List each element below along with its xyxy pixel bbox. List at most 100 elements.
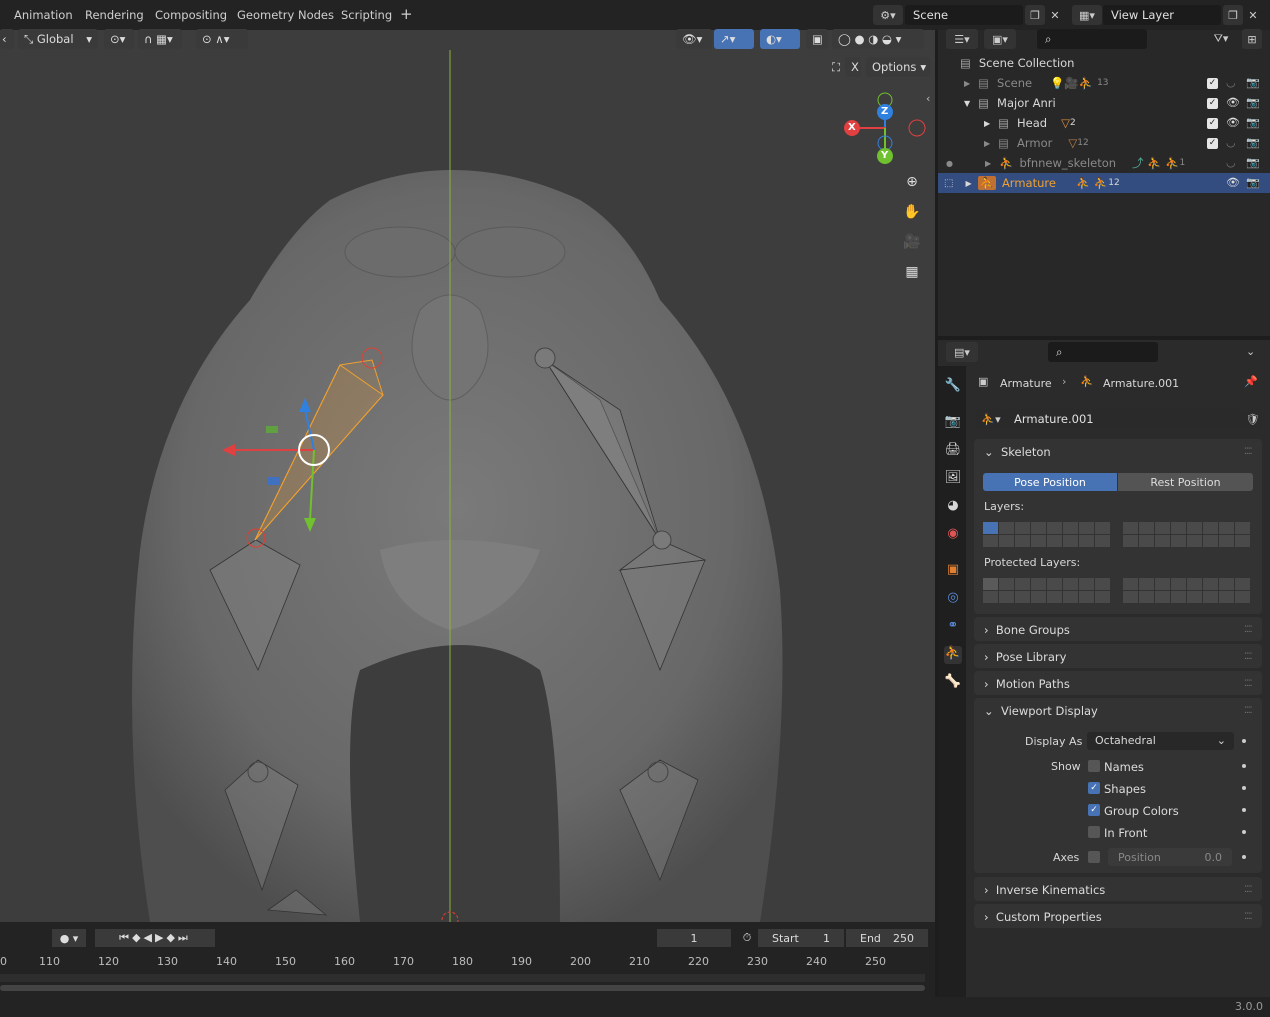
current-frame-field[interactable]: 1: [657, 929, 731, 947]
pan-hand-icon[interactable]: ✋: [900, 200, 924, 224]
protected-layers-grid-right[interactable]: [1123, 578, 1250, 603]
outliner-row-scene-collection[interactable]: ▤ Scene Collection: [938, 53, 1270, 73]
hide-eye-icon[interactable]: ◡: [1226, 136, 1236, 149]
tab-scripting[interactable]: Scripting: [341, 8, 392, 22]
playback-controls[interactable]: ⏮◆◀▶◆⏭: [95, 929, 215, 947]
hide-eye-icon[interactable]: ◡: [1226, 76, 1236, 89]
animate-dot-icon[interactable]: [1242, 830, 1246, 834]
stopwatch-icon[interactable]: ⏱: [738, 929, 756, 947]
scene-tab-icon[interactable]: ◕: [944, 498, 962, 516]
transform-affect-icon[interactable]: ⛶: [826, 57, 844, 77]
gizmo-toggle-icon[interactable]: ↗▾: [714, 29, 754, 49]
properties-editor-type-icon[interactable]: ▤▾: [946, 342, 978, 362]
snap-icon[interactable]: ∩ ▦▾: [138, 29, 182, 49]
animate-dot-icon[interactable]: [1242, 739, 1246, 743]
render-camera-icon[interactable]: 📷: [1246, 176, 1260, 189]
animate-dot-icon[interactable]: [1242, 786, 1246, 790]
perspective-grid-icon[interactable]: ▦: [900, 260, 924, 284]
constraints-tab-icon[interactable]: ⚭: [944, 618, 962, 636]
exclude-checkbox[interactable]: ✓: [1207, 78, 1218, 89]
xray-icon[interactable]: ▣: [806, 29, 828, 49]
data-browse-icon[interactable]: ⛹▾: [976, 409, 1006, 429]
skeleton-panel-header[interactable]: ⌄ Skeleton: [984, 445, 1051, 459]
armature-name-field[interactable]: Armature.001: [1006, 409, 1242, 429]
drag-grip-icon[interactable]: ⁚⁚⁚⁚: [1244, 912, 1253, 922]
tab-geometry-nodes[interactable]: Geometry Nodes: [237, 8, 334, 22]
expand-arrow-icon[interactable]: ▶: [984, 139, 990, 148]
close-view-layer-icon[interactable]: ✕: [1244, 5, 1262, 25]
animate-dot-icon[interactable]: [1242, 808, 1246, 812]
drag-grip-icon[interactable]: ⁚⁚⁚⁚: [1244, 885, 1253, 895]
view-layer-field[interactable]: View Layer: [1103, 5, 1221, 25]
output-tab-icon[interactable]: 🖨: [944, 442, 962, 460]
eye-icon[interactable]: 👁: [1226, 116, 1240, 129]
overlay-toggle-icon[interactable]: ◐▾: [760, 29, 800, 49]
tab-rendering[interactable]: Rendering: [85, 8, 144, 22]
keying-record-icon[interactable]: ● ▾: [52, 929, 86, 947]
inverse-kinematics-header[interactable]: › Inverse Kinematics: [984, 883, 1105, 897]
filter-icon[interactable]: ⛛▾: [1204, 29, 1238, 49]
rest-position-button[interactable]: Rest Position: [1118, 473, 1253, 491]
end-frame-field[interactable]: End 250: [846, 929, 928, 947]
drag-grip-icon[interactable]: ⁚⁚⁚⁚: [1244, 625, 1253, 635]
display-mode-icon[interactable]: ▣▾: [984, 29, 1016, 49]
exclude-checkbox[interactable]: ✓: [1207, 138, 1218, 149]
visibility-icon[interactable]: 👁▾: [676, 29, 712, 49]
outliner-row-selected[interactable]: ⬚ ▶ ⛹ Armature ⛹ ⛹ 12: [938, 173, 1270, 193]
physics-tab-icon[interactable]: ◎: [944, 590, 962, 608]
expand-arrow-icon[interactable]: ▶: [984, 119, 990, 128]
proportional-edit-icon[interactable]: ⊙ ∧▾: [196, 29, 248, 49]
view-layer-selector-icon[interactable]: ▦▾: [1072, 5, 1102, 25]
timeline-track[interactable]: [0, 974, 925, 982]
pose-library-header[interactable]: › Pose Library: [984, 650, 1066, 664]
viewport-display-header[interactable]: ⌄ Viewport Display: [984, 704, 1098, 718]
new-collection-icon[interactable]: ⊞: [1242, 29, 1262, 49]
animate-dot-icon[interactable]: [1242, 764, 1246, 768]
outliner-row[interactable]: ▶ ▤ Scene 💡🎥⛹ 13: [938, 73, 1270, 93]
outliner-row[interactable]: ▶ ▤ Head ▽ 2: [938, 113, 1270, 133]
animate-dot-icon[interactable]: [1242, 855, 1246, 859]
new-view-layer-icon[interactable]: ❐: [1223, 5, 1243, 25]
layers-grid-right[interactable]: [1123, 522, 1250, 547]
expand-arrow-icon[interactable]: ▶: [964, 79, 970, 88]
expand-arrow-icon[interactable]: ▶: [985, 159, 991, 168]
motion-paths-header[interactable]: › Motion Paths: [984, 677, 1070, 691]
timeline-scrollbar[interactable]: [0, 985, 925, 991]
start-frame-field[interactable]: Start 1: [758, 929, 844, 947]
scene-selector-icon[interactable]: ⚙▾: [873, 5, 903, 25]
world-tab-icon[interactable]: ◉: [944, 526, 962, 544]
custom-properties-header[interactable]: › Custom Properties: [984, 910, 1102, 924]
axes-checkbox[interactable]: [1088, 851, 1100, 863]
hide-eye-icon[interactable]: ◡: [1226, 156, 1236, 169]
render-camera-icon[interactable]: 📷: [1246, 116, 1260, 129]
3d-viewport[interactable]: [0, 30, 935, 922]
editor-type-icon[interactable]: ☰▾: [946, 29, 978, 49]
pivot-point-icon[interactable]: ⊙▾: [104, 29, 134, 49]
eye-icon[interactable]: 👁: [1226, 96, 1240, 109]
outliner-row[interactable]: ● ▶ ⛹ bfnnew_skeleton ⤴ ⛹ ⛹ 1: [938, 153, 1270, 173]
render-camera-icon[interactable]: 📷: [1246, 156, 1260, 169]
render-camera-icon[interactable]: 📷: [1246, 96, 1260, 109]
shapes-checkbox[interactable]: ✓: [1088, 782, 1100, 794]
close-scene-icon[interactable]: ✕: [1046, 5, 1064, 25]
mirror-x-button[interactable]: X: [845, 57, 861, 77]
render-camera-icon[interactable]: 📷: [1246, 76, 1260, 89]
pose-position-button[interactable]: Pose Position: [983, 473, 1117, 491]
outliner-row[interactable]: ▶ ▤ Armor ▽ 12: [938, 133, 1270, 153]
camera-icon[interactable]: 🎥: [900, 230, 924, 254]
render-tab-icon[interactable]: 📷: [944, 414, 962, 432]
eye-icon[interactable]: 👁: [1226, 176, 1240, 189]
drag-grip-icon[interactable]: ⁚⁚⁚⁚: [1244, 447, 1253, 457]
tool-tab-icon[interactable]: 🔧: [944, 378, 962, 396]
properties-search-input[interactable]: ⌕: [1048, 342, 1158, 362]
fake-user-shield-icon[interactable]: 🛡: [1243, 409, 1262, 429]
tab-compositing[interactable]: Compositing: [155, 8, 227, 22]
scene-name-field[interactable]: Scene: [905, 5, 1023, 25]
layers-grid-left[interactable]: [983, 522, 1110, 547]
shading-mode-icons[interactable]: ◯ ● ◑ ◒ ▾: [832, 29, 924, 49]
outliner-row[interactable]: ▼ ▤ Major Anri: [938, 93, 1270, 113]
pin-icon[interactable]: 📌: [1244, 375, 1258, 388]
options-dropdown[interactable]: Options ▾: [866, 57, 930, 77]
bone-groups-header[interactable]: › Bone Groups: [984, 623, 1070, 637]
render-camera-icon[interactable]: 📷: [1246, 136, 1260, 149]
